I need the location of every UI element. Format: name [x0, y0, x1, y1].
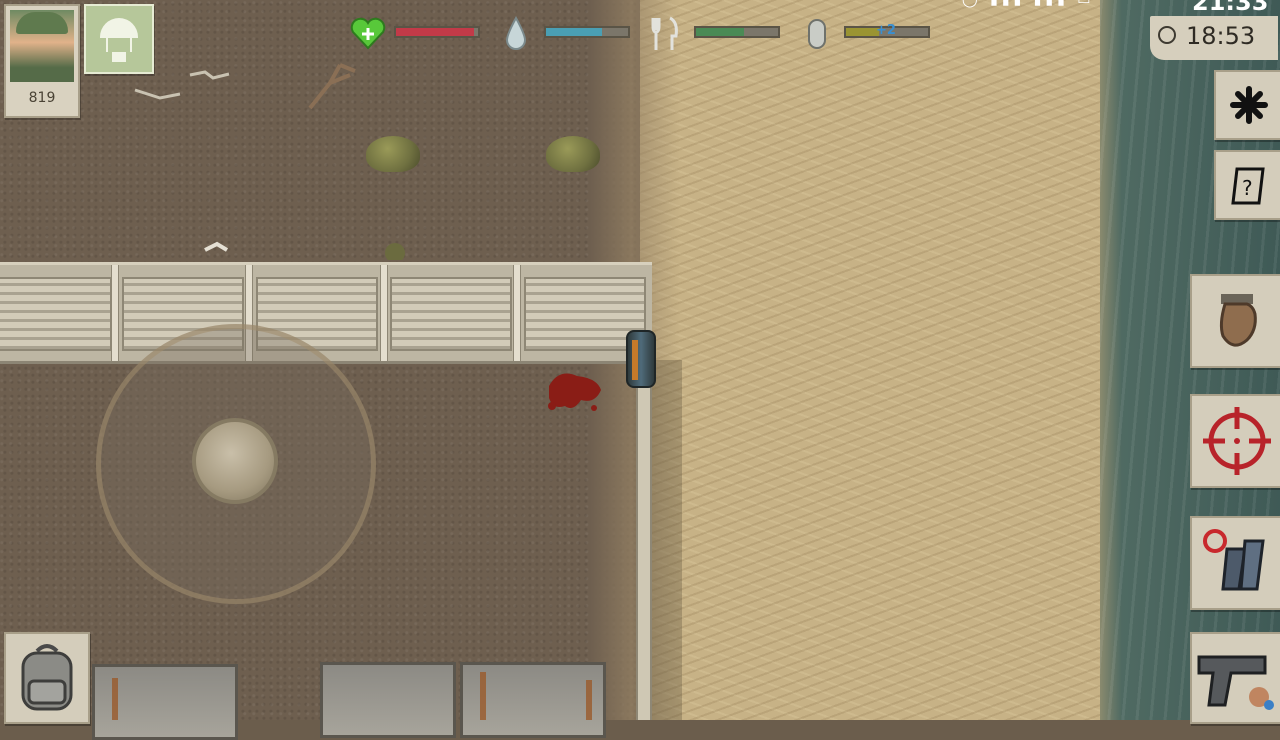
player-gear — [632, 340, 638, 380]
supply-crate-icon — [112, 52, 126, 62]
blood-splatter — [548, 373, 601, 411]
game-clock: 18:53 — [1150, 16, 1278, 60]
weapon-button[interactable] — [1190, 632, 1280, 724]
parachute-lines — [106, 38, 132, 52]
wall-panel — [0, 277, 112, 351]
rust-stain — [112, 678, 118, 720]
energy-boost-badge: +2 — [876, 23, 896, 38]
inventory-button[interactable] — [4, 632, 90, 724]
health-fill — [396, 28, 474, 36]
movement-joystick-knob[interactable] — [192, 418, 278, 504]
health-bar — [394, 26, 480, 38]
bone-debris — [189, 70, 230, 80]
crosshair-icon — [1203, 407, 1271, 475]
signal-indicator: ◯ ▮▮▮ ▮▮▮ ▭ — [962, 0, 1095, 8]
hunger-bar — [694, 26, 780, 38]
fence-vertical — [636, 356, 652, 720]
svg-text:?: ? — [1242, 176, 1253, 200]
fence-shadow — [650, 360, 682, 720]
hand-icon — [1219, 294, 1257, 347]
asterisk-icon — [1230, 86, 1268, 124]
bush — [366, 136, 420, 172]
water-drop-icon — [505, 16, 527, 50]
player-character — [626, 330, 656, 388]
concrete-wall — [0, 262, 652, 364]
game-clock-time: 18:53 — [1186, 22, 1256, 50]
wall-panel — [390, 277, 512, 351]
bush — [546, 136, 600, 172]
hunger-fill — [696, 28, 744, 36]
small-plant — [385, 243, 405, 260]
energy-fill — [846, 28, 879, 36]
settings-button[interactable] — [1214, 70, 1280, 140]
backpack-icon — [21, 644, 73, 711]
rust-stain — [480, 672, 486, 720]
dead-branch — [308, 63, 356, 110]
interact-button[interactable] — [1190, 274, 1280, 368]
player-portrait[interactable]: 819 — [4, 4, 80, 118]
thirst-fill — [546, 28, 602, 36]
score-value: 819 — [28, 90, 56, 106]
airdrop-button[interactable] — [84, 4, 154, 74]
fork-knife-icon — [651, 16, 678, 50]
quest-log-button[interactable]: ? — [1214, 150, 1280, 220]
skull-debris — [204, 241, 229, 252]
wall-post — [111, 265, 119, 361]
notepad-icon: ? — [1231, 167, 1265, 205]
building-roof — [320, 662, 456, 738]
twig-debris — [134, 88, 181, 100]
parachute-icon — [100, 18, 138, 38]
reload-button[interactable] — [1190, 516, 1280, 610]
heart-icon — [350, 17, 386, 50]
pistol-icon — [1197, 655, 1274, 710]
wall-post — [513, 265, 521, 361]
reload-magazine-icon — [1203, 529, 1265, 591]
wall-post — [380, 265, 388, 361]
aim-button[interactable] — [1190, 394, 1280, 488]
rust-stain — [586, 680, 592, 720]
sand-beach — [640, 0, 1120, 720]
helmet-icon — [16, 12, 68, 34]
clock-icon — [1158, 26, 1176, 44]
thirst-bar — [544, 26, 630, 38]
energy-capsule-icon — [808, 19, 826, 49]
system-time: 21:33 — [1192, 0, 1269, 16]
